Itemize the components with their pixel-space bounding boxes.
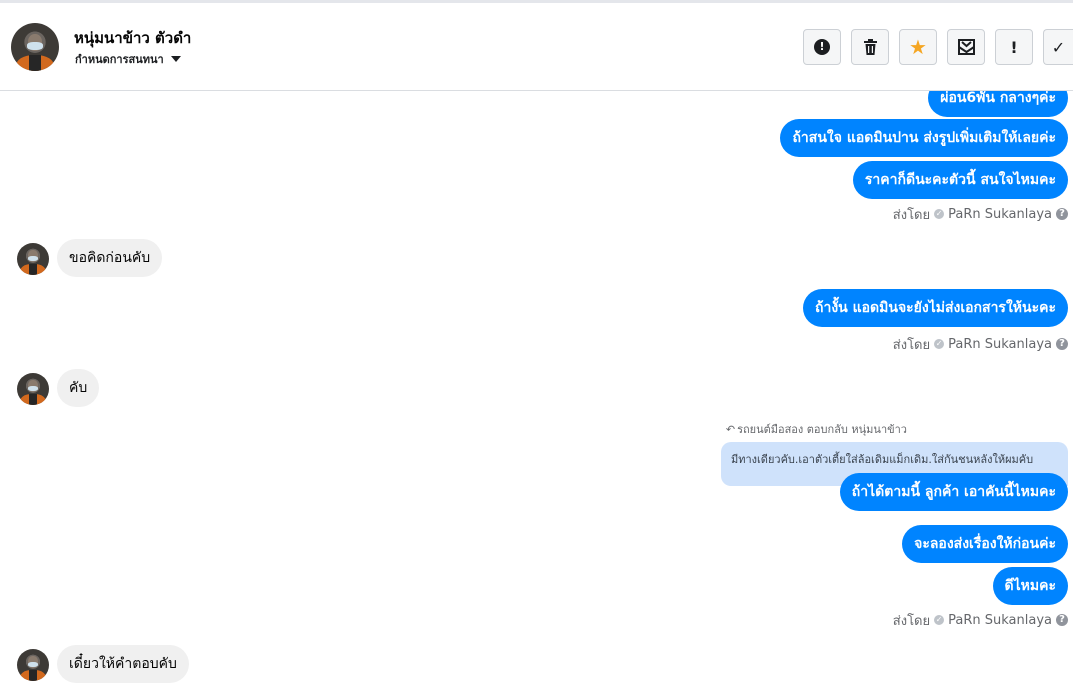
contact-name[interactable]: หนุ่มนาข้าว ตัวดำ	[74, 26, 191, 50]
reply-context-label: ↶ รถยนต์มือสอง ตอบกลับ หนุ่มนาข้าว	[726, 420, 907, 438]
sent-by-info: ส่งโดย ✓ PaRn Sukanlaya ?	[892, 612, 1068, 629]
outgoing-message[interactable]: ถ้าได้ตามนี้ ลูกค้า เอาคันนี้ไหมคะ	[839, 473, 1068, 511]
help-icon[interactable]: ?	[1056, 614, 1068, 626]
incoming-message[interactable]: คับ	[57, 369, 100, 407]
report-button[interactable]: !	[803, 29, 841, 65]
contact-avatar-small[interactable]	[17, 649, 49, 681]
star-icon: ★	[909, 35, 927, 59]
sent-by-info: ส่งโดย ✓ PaRn Sukanlaya ?	[892, 206, 1068, 223]
sent-by-label: ส่งโดย	[892, 613, 931, 629]
reply-label-text: รถยนต์มือสอง ตอบกลับ หนุ่มนาข้าว	[737, 423, 907, 436]
help-icon[interactable]: ?	[1056, 208, 1068, 220]
incoming-message[interactable]: ขอคิดก่อนคับ	[57, 239, 163, 277]
sent-by-info: ส่งโดย ✓ PaRn Sukanlaya ?	[892, 336, 1068, 353]
outgoing-message[interactable]: ถ้างั้น แอดมินจะยังไม่ส่งเอกสารให้นะคะ	[803, 289, 1068, 327]
star-button[interactable]: ★	[899, 29, 937, 65]
conversation-header: หนุ่มนาข้าว ตัวดำ กำหนดการสนทนา ! ★ ! ✓	[0, 3, 1073, 91]
mark-unread-envelope-icon	[957, 39, 975, 55]
sender-name[interactable]: PaRn Sukanlaya	[948, 207, 1052, 222]
exclamation-circle-icon: !	[814, 39, 830, 55]
mark-unread-button[interactable]	[947, 29, 985, 65]
reply-arrow-icon: ↶	[725, 422, 736, 436]
sent-by-label: ส่งโดย	[892, 207, 931, 223]
verified-check-icon: ✓	[934, 209, 945, 219]
caret-down-icon	[170, 56, 181, 62]
exclamation-icon: !	[1010, 37, 1018, 57]
contact-avatar[interactable]	[11, 23, 59, 71]
outgoing-message[interactable]: จะลองส่งเรื่องให้ก่อนค่ะ	[902, 525, 1068, 563]
sent-by-label: ส่งโดย	[892, 337, 931, 353]
outgoing-message[interactable]: ดีไหมคะ	[992, 567, 1068, 605]
outgoing-message[interactable]: ผ่อน6พัน กลางๆค่ะ	[928, 91, 1068, 117]
conversation-schedule-dropdown[interactable]: กำหนดการสนทนา	[75, 50, 181, 68]
help-icon[interactable]: ?	[1056, 338, 1068, 350]
delete-button[interactable]	[851, 29, 889, 65]
contact-avatar-small[interactable]	[17, 243, 49, 275]
verified-check-icon: ✓	[934, 339, 945, 349]
incoming-message[interactable]: เดี๋ยวให้คำตอบคับ	[57, 645, 189, 683]
spam-button[interactable]: !	[995, 29, 1033, 65]
verified-check-icon: ✓	[934, 615, 945, 625]
trash-icon	[863, 39, 877, 55]
outgoing-message[interactable]: ถ้าสนใจ แอดมินปาน ส่งรูปเพิ่มเติมให้เลยค…	[780, 119, 1068, 157]
contact-avatar-small[interactable]	[17, 373, 49, 405]
sender-name[interactable]: PaRn Sukanlaya	[948, 337, 1052, 352]
schedule-label: กำหนดการสนทนา	[75, 53, 164, 66]
check-icon: ✓	[1051, 37, 1066, 57]
outgoing-message[interactable]: ราคาก็ดีนะคะตัวนี้ สนใจไหมคะ	[852, 161, 1068, 199]
sender-name[interactable]: PaRn Sukanlaya	[948, 613, 1052, 628]
message-thread[interactable]: ผ่อน6พัน กลางๆค่ะ ถ้าสนใจ แอดมินปาน ส่งร…	[0, 91, 1073, 685]
mark-done-button[interactable]: ✓	[1043, 29, 1073, 65]
